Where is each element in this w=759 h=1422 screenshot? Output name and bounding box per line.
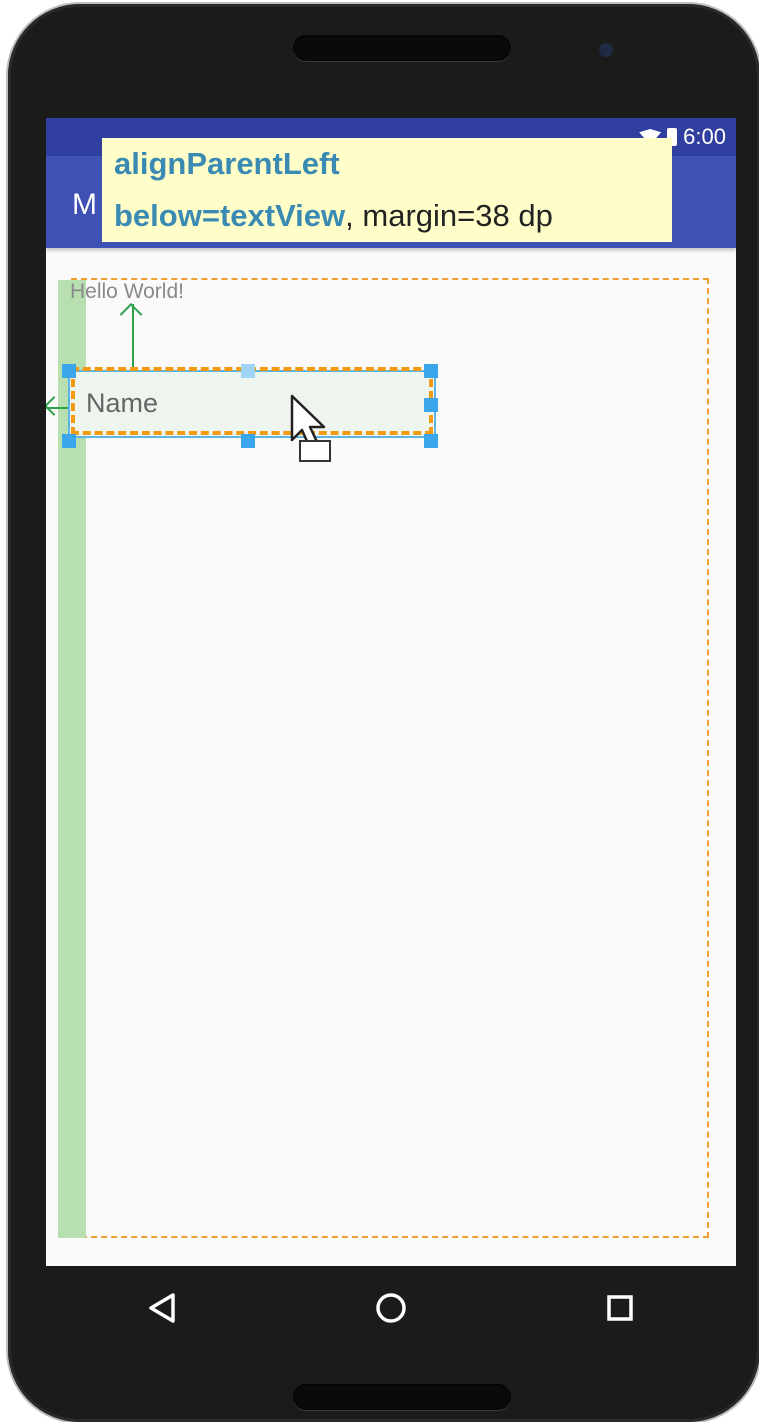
resize-handle-bottom-right[interactable] [424,434,438,448]
back-icon [149,1293,175,1323]
resize-handle-top-center[interactable] [241,364,255,378]
hello-world-textview[interactable]: Hello World! [70,280,184,304]
app-title: M [72,188,97,221]
resize-handle-bottom-center[interactable] [241,434,255,448]
back-button[interactable] [136,1282,188,1334]
home-button[interactable] [365,1282,417,1334]
resize-handle-bottom-left[interactable] [62,434,76,448]
device-screen: 6:00 M Hello World! Name [46,118,736,1266]
bottom-speaker [293,1384,511,1410]
navigation-bar [46,1266,736,1350]
below-anchor-arrow-icon [132,304,134,368]
front-camera [599,43,613,57]
layout-constraint-tooltip: alignParentLeft below=textView, margin=3… [102,138,672,242]
status-time: 6:00 [683,124,726,149]
resize-handle-top-right[interactable] [424,364,438,378]
tooltip-keyword: below=textView [114,198,346,233]
resize-handle-middle-right[interactable] [424,398,438,412]
tooltip-line-1: alignParentLeft [114,146,340,181]
drag-drop-indicator-icon [299,440,331,462]
recents-button[interactable] [594,1282,646,1334]
recents-icon [607,1295,633,1321]
home-icon [376,1293,406,1323]
tooltip-detail: , margin=38 dp [345,198,553,233]
tooltip-line-2: below=textView, margin=38 dp [114,190,672,242]
resize-handle-top-left[interactable] [62,364,76,378]
top-speaker [293,35,511,61]
edittext-hint: Name [86,388,159,418]
